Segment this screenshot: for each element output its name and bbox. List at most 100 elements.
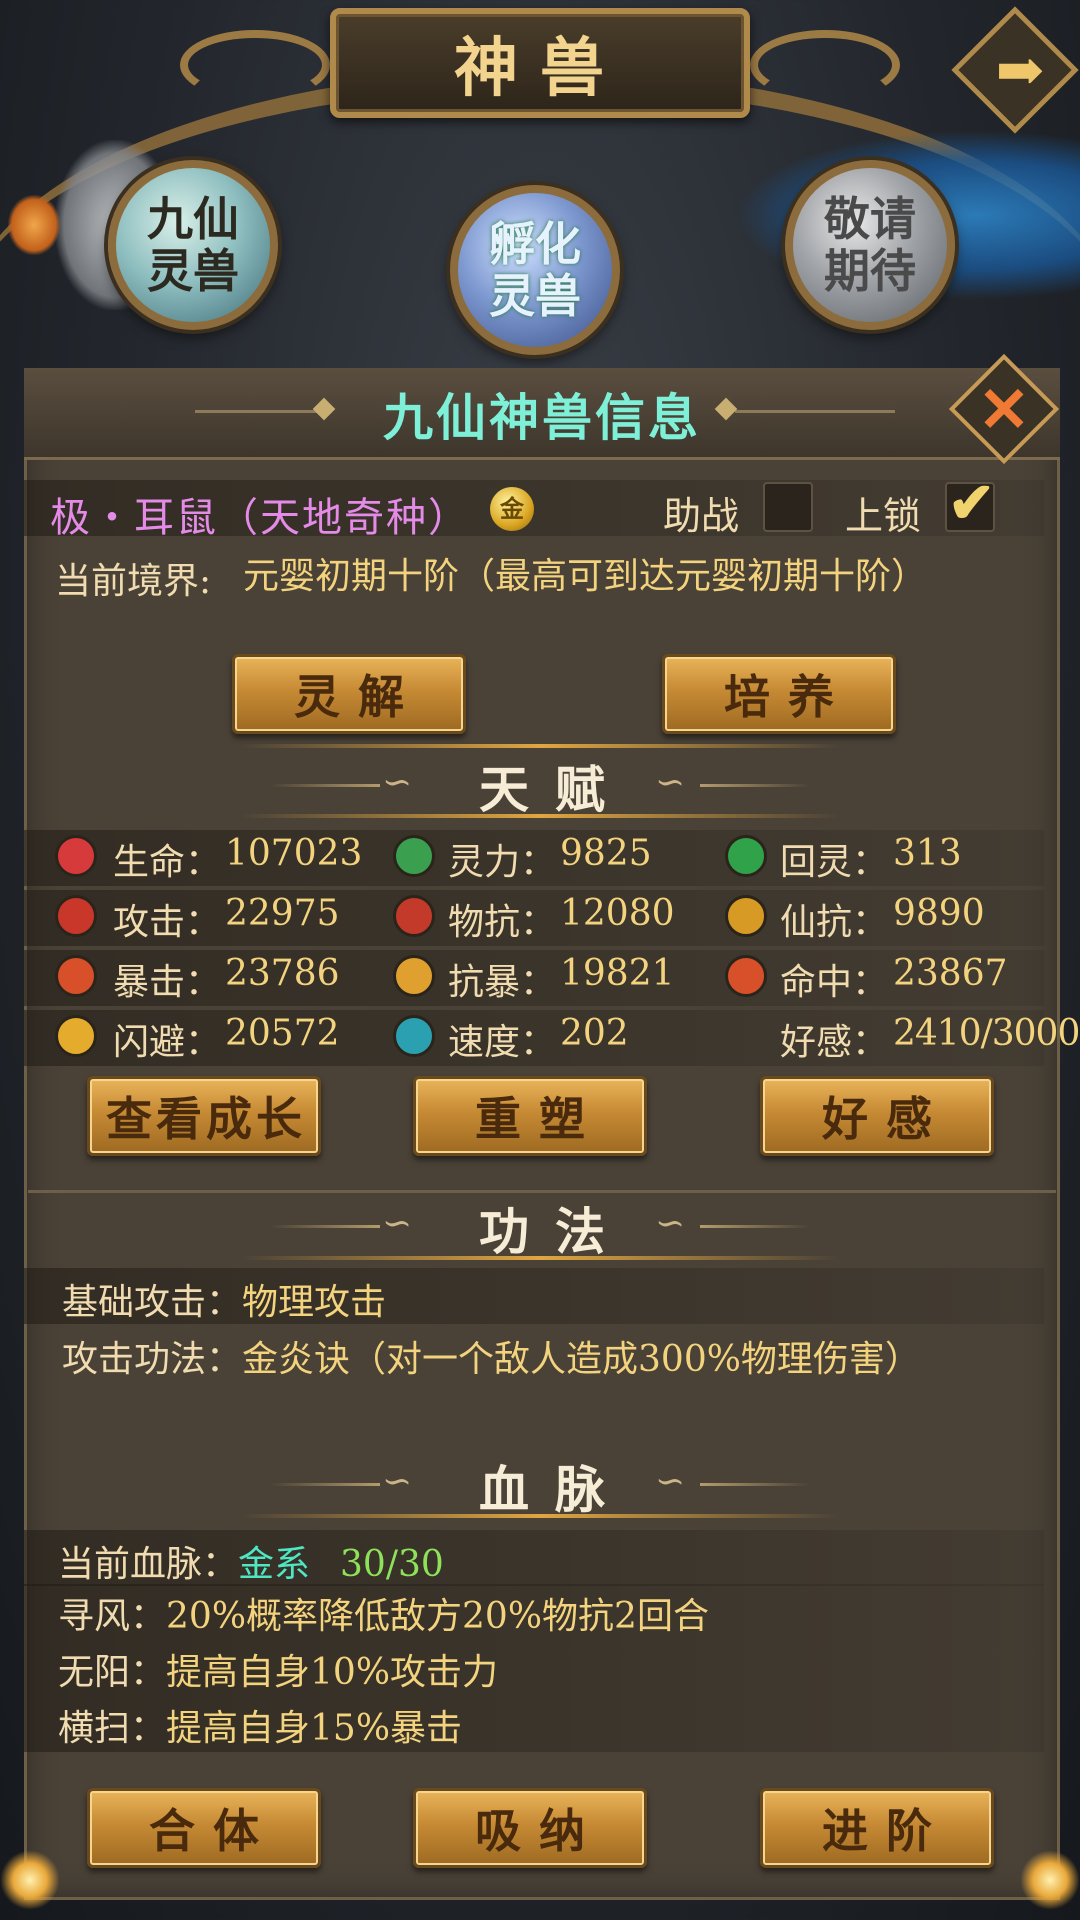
skill-value: 物理攻击 bbox=[242, 1282, 387, 1323]
wind-wave-icon bbox=[393, 1015, 435, 1057]
button-label: 进阶 bbox=[822, 1804, 950, 1858]
heart-icon bbox=[55, 835, 97, 877]
stat-value: 9890 bbox=[893, 893, 985, 934]
button-label: 查看成长 bbox=[106, 1092, 306, 1146]
trait-value: 20%概率降低敌方20%物抗2回合 bbox=[166, 1596, 709, 1637]
panel-title: 九仙神兽信息 bbox=[383, 388, 701, 447]
screen-title-plaque: 神兽 bbox=[330, 8, 750, 118]
stat-value: 202 bbox=[560, 1013, 629, 1054]
realm-value: 元婴初期十阶（最高可到达元婴初期十阶） bbox=[243, 556, 928, 597]
button-label: 好感 bbox=[822, 1092, 950, 1146]
crit-fist-icon bbox=[55, 955, 97, 997]
bloodline-count: 30/30 bbox=[340, 1544, 444, 1585]
button-label: 合体 bbox=[149, 1804, 277, 1858]
block-fist-icon bbox=[393, 955, 435, 997]
stat-label: 命中： bbox=[780, 962, 889, 1003]
bloodline-trait-row: 寻风：20%概率降低敌方20%物抗2回合 bbox=[58, 1587, 709, 1639]
butterfly-icon bbox=[8, 195, 60, 255]
trait-label: 无阳： bbox=[58, 1652, 167, 1693]
assist-label: 助战 bbox=[663, 494, 740, 538]
bloodline-trait-row: 无阳：提高自身10%攻击力 bbox=[58, 1643, 498, 1695]
orb-nine-immortal-beast[interactable]: 九仙 灵兽 bbox=[108, 160, 278, 330]
lamp-icon bbox=[0, 1850, 60, 1910]
bloodline-trait-row: 横扫：提高自身15%暴击 bbox=[58, 1699, 462, 1751]
orb-label: 敬请 期待 bbox=[824, 192, 916, 298]
stat-value: 2410/3000 bbox=[893, 1013, 1080, 1054]
stat-value: 19821 bbox=[560, 953, 675, 994]
stat-value: 20572 bbox=[225, 1013, 340, 1054]
skill-value: 金炎诀（对一个敌人造成300%物理伤害） bbox=[242, 1339, 921, 1380]
stat-label: 仙抗： bbox=[780, 902, 889, 943]
skill-label: 基础攻击： bbox=[62, 1282, 243, 1323]
arrow-right-icon: ➡ bbox=[995, 36, 1045, 104]
stat-value: 22975 bbox=[225, 893, 340, 934]
orb-label: 孵化 灵兽 bbox=[489, 217, 581, 323]
stat-value: 9825 bbox=[560, 833, 652, 874]
cultivate-button[interactable]: 培养 bbox=[662, 654, 896, 734]
trait-label: 横扫： bbox=[58, 1708, 167, 1749]
shield-gold-icon bbox=[725, 895, 767, 937]
section-line-right bbox=[700, 784, 810, 787]
orb-coming-soon[interactable]: 敬请 期待 bbox=[785, 160, 955, 330]
swirl-ornament-icon: ∽ bbox=[655, 762, 686, 803]
bloodline-label: 当前血脉： bbox=[58, 1544, 239, 1585]
stat-label: 攻击： bbox=[113, 902, 222, 943]
stat-label: 好感： bbox=[780, 1022, 889, 1063]
cloud-ornament-left bbox=[180, 30, 330, 100]
swirl-ornament-icon: ∽ bbox=[655, 1461, 686, 1502]
button-label: 灵解 bbox=[294, 670, 422, 724]
gold-divider bbox=[240, 814, 840, 818]
basic-attack-row: 基础攻击：物理攻击 bbox=[62, 1273, 386, 1325]
stat-label: 暴击： bbox=[113, 962, 222, 1003]
stat-value: 23786 bbox=[225, 953, 340, 994]
assist-checkbox[interactable] bbox=[763, 482, 813, 532]
close-icon: ✕ bbox=[978, 373, 1030, 446]
reshape-button[interactable]: 重塑 bbox=[413, 1076, 647, 1156]
stat-value: 313 bbox=[893, 833, 962, 874]
button-label: 重塑 bbox=[475, 1092, 603, 1146]
orb-label: 九仙 灵兽 bbox=[147, 192, 239, 298]
swirl-ornament-icon: ∽ bbox=[655, 1203, 686, 1244]
bloodline-section-title: 血脉 bbox=[479, 1460, 631, 1519]
bloodline-type: 金系 bbox=[238, 1544, 311, 1585]
stat-value: 107023 bbox=[225, 833, 363, 874]
orb-hatch-beast[interactable]: 孵化 灵兽 bbox=[450, 185, 620, 355]
attack-skill-row: 攻击功法：金炎诀（对一个敌人造成300%物理伤害） bbox=[62, 1330, 921, 1382]
gold-divider bbox=[240, 744, 840, 748]
stat-value: 23867 bbox=[893, 953, 1008, 994]
spirit-orb-icon bbox=[393, 835, 435, 877]
recover-target-icon bbox=[725, 835, 767, 877]
talent-section-title: 天赋 bbox=[479, 760, 631, 819]
trait-label: 寻风： bbox=[58, 1596, 167, 1637]
stat-label: 生命： bbox=[113, 842, 222, 883]
dodge-swirl-icon bbox=[55, 1015, 97, 1057]
shield-red-icon bbox=[393, 895, 435, 937]
stat-label: 物抗： bbox=[448, 902, 557, 943]
realm-label: 当前境界: bbox=[55, 561, 212, 602]
cloud-ornament-right bbox=[750, 30, 900, 100]
target-icon bbox=[725, 955, 767, 997]
lock-label: 上锁 bbox=[845, 494, 922, 538]
stat-label: 闪避： bbox=[113, 1022, 222, 1063]
button-label: 培养 bbox=[724, 670, 852, 724]
current-bloodline-row: 当前血脉：金系 30/30 bbox=[58, 1535, 444, 1587]
trait-value: 提高自身10%攻击力 bbox=[166, 1652, 499, 1693]
section-line-right bbox=[700, 1483, 810, 1486]
stat-label: 回灵： bbox=[780, 842, 889, 883]
button-label: 吸纳 bbox=[475, 1804, 603, 1858]
gold-divider bbox=[240, 1256, 840, 1260]
gold-divider bbox=[240, 1514, 840, 1518]
affection-button[interactable]: 好感 bbox=[760, 1076, 994, 1156]
advance-button[interactable]: 进阶 bbox=[760, 1788, 994, 1868]
pet-name: 极・耳鼠（天地奇种） bbox=[50, 495, 470, 541]
sword-icon bbox=[55, 895, 97, 937]
skill-label: 攻击功法： bbox=[62, 1339, 243, 1380]
stat-label: 抗暴： bbox=[448, 962, 557, 1003]
merge-button[interactable]: 合体 bbox=[87, 1788, 321, 1868]
view-growth-button[interactable]: 查看成长 bbox=[87, 1076, 321, 1156]
stat-label: 速度： bbox=[448, 1022, 557, 1063]
screen-title: 神兽 bbox=[454, 31, 626, 106]
spirit-release-button[interactable]: 灵解 bbox=[232, 654, 466, 734]
absorb-button[interactable]: 吸纳 bbox=[413, 1788, 647, 1868]
trait-value: 提高自身15%暴击 bbox=[166, 1708, 463, 1749]
